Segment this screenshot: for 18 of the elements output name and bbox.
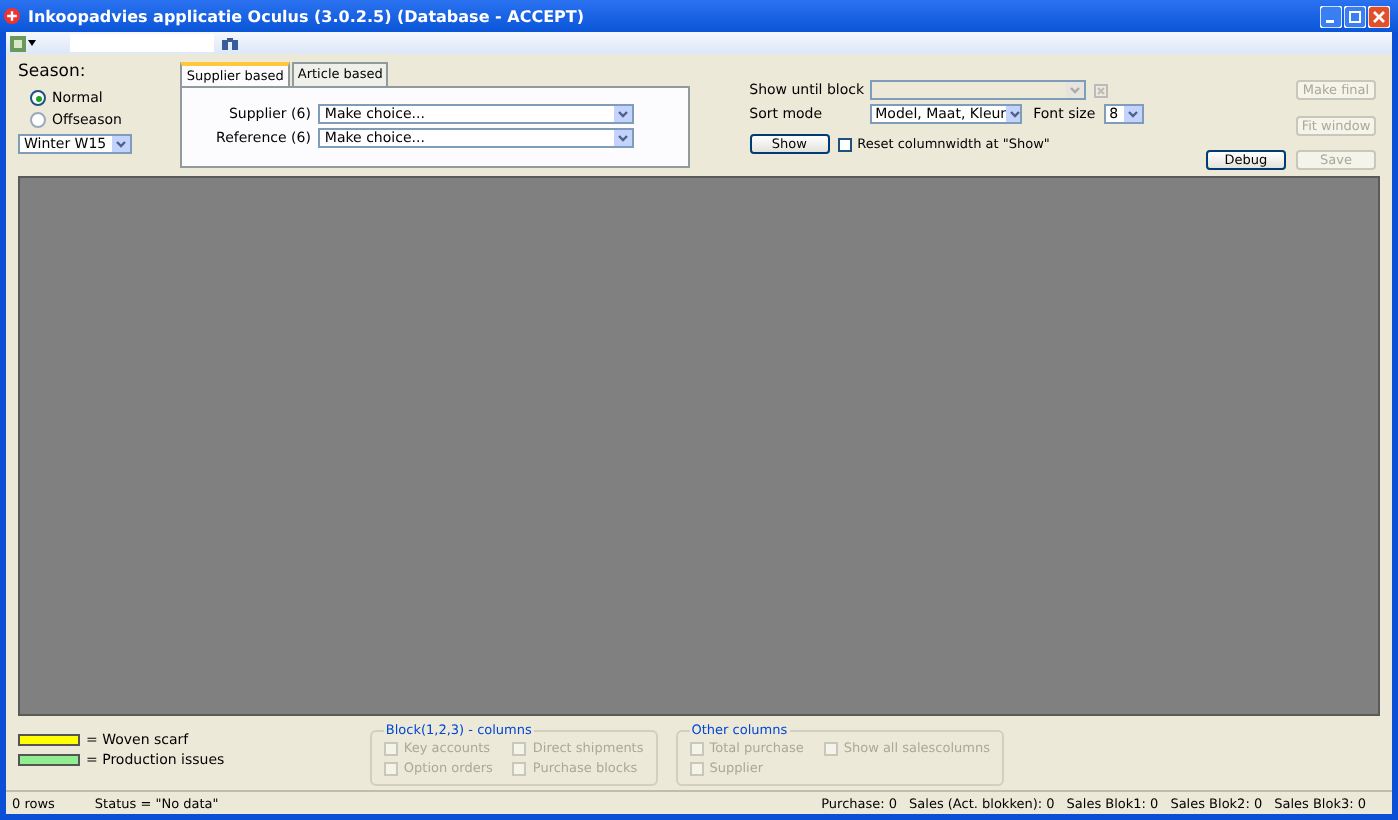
- dropdown-arrow-icon[interactable]: [1123, 106, 1142, 122]
- caret-icon: [28, 40, 36, 46]
- close-button[interactable]: [1368, 5, 1390, 27]
- toolbar-menu-button[interactable]: [10, 34, 38, 52]
- radio-button[interactable]: [30, 90, 46, 106]
- dropdown-arrow-icon[interactable]: [614, 106, 633, 122]
- radio-button[interactable]: [30, 112, 46, 128]
- binoculars-icon[interactable]: [222, 36, 238, 50]
- dropdown-arrow-icon[interactable]: [614, 130, 633, 146]
- dropdown-arrow-icon[interactable]: [112, 136, 130, 152]
- dropdown-arrow-icon[interactable]: [1006, 106, 1020, 122]
- app-icon: [4, 8, 20, 24]
- season-label: Season:: [18, 62, 88, 82]
- search-field[interactable]: [70, 34, 214, 52]
- window-title: Inkoopadvies applicatie Oculus (3.0.2.5) (Database - ACCEPT): [28, 7, 585, 25]
- maximize-button[interactable]: [1344, 5, 1366, 27]
- minimize-button[interactable]: [1320, 5, 1342, 27]
- window-icon: [10, 35, 26, 51]
